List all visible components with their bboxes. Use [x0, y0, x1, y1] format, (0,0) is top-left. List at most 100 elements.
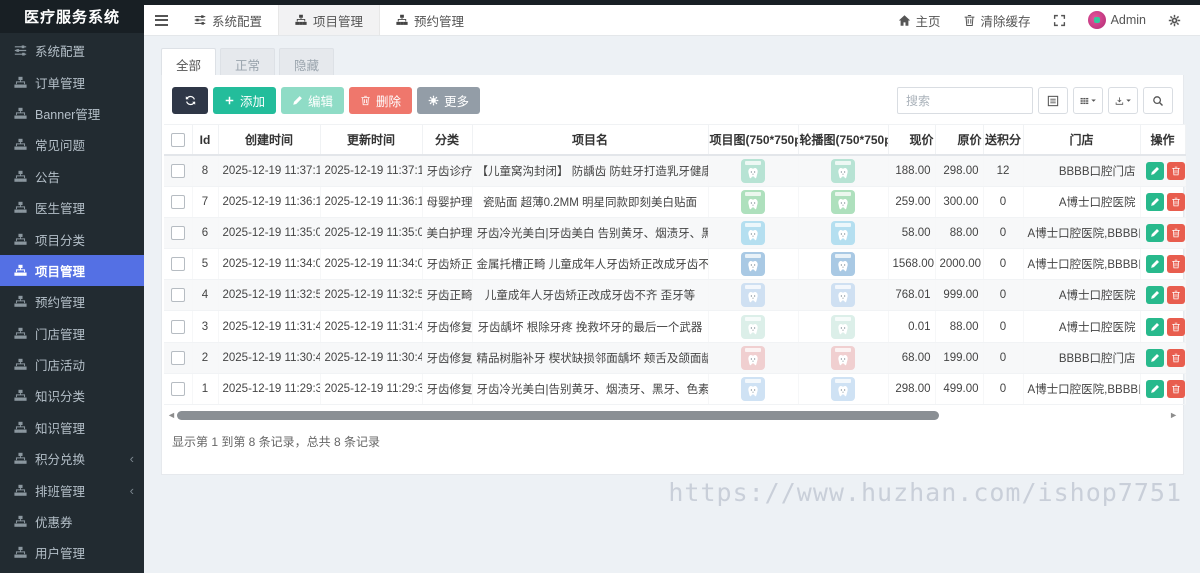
sidebar-item-8[interactable]: 预约管理	[0, 286, 144, 317]
topnav-tab-label: 系统配置	[212, 14, 263, 29]
project-image-thumb[interactable]	[741, 220, 765, 245]
row-checkbox[interactable]	[170, 319, 185, 334]
carousel-image-thumb[interactable]	[831, 189, 855, 214]
created-cell: 2025-12-19 11:34:05	[218, 248, 321, 281]
project-image-thumb[interactable]	[741, 345, 765, 370]
row-edit-button[interactable]	[1146, 286, 1164, 305]
scroll-left-arrow[interactable]: ◄	[167, 411, 176, 420]
row-delete-button[interactable]	[1167, 317, 1184, 336]
toggle-view-button[interactable]	[1038, 87, 1068, 114]
project-image-thumb[interactable]	[741, 158, 765, 183]
row-checkbox[interactable]	[170, 257, 185, 272]
search-input[interactable]	[897, 87, 1033, 114]
carousel-image-thumb[interactable]	[831, 314, 855, 339]
sidebar-item-12[interactable]: 知识管理	[0, 412, 144, 443]
select-all-checkbox[interactable]	[170, 132, 185, 147]
sidebar-item-15[interactable]: 优惠券	[0, 506, 144, 537]
sidebar-item-3[interactable]: 常见问题	[0, 129, 144, 160]
column-header-1[interactable]: 创建时间	[218, 124, 321, 156]
column-header-6[interactable]: 轮播图(750*750px)	[798, 124, 889, 156]
column-header-7[interactable]: 现价	[888, 124, 936, 156]
row-delete-button[interactable]	[1167, 192, 1184, 211]
scrollbar-thumb[interactable]	[177, 411, 939, 420]
column-header-4[interactable]: 项目名	[472, 124, 709, 156]
topnav-tab-1[interactable]: 项目管理	[278, 5, 381, 35]
user-menu[interactable]: Admin	[1079, 5, 1155, 35]
carousel-image-thumb[interactable]	[831, 376, 855, 401]
column-header-8[interactable]: 原价	[935, 124, 984, 156]
sidebar-item-4[interactable]: 公告	[0, 161, 144, 192]
sidebar-item-14[interactable]: 排班管理 ‹	[0, 474, 144, 505]
settings-menu[interactable]	[1159, 5, 1190, 35]
carousel-image-thumb[interactable]	[831, 283, 855, 308]
sidebar-item-1[interactable]: 订单管理	[0, 66, 144, 97]
topnav-tab-2[interactable]: 预约管理	[380, 5, 480, 35]
row-delete-button[interactable]	[1167, 255, 1184, 274]
sidebar-item-13[interactable]: 积分兑换 ‹	[0, 443, 144, 474]
sidebar-item-5[interactable]: 医生管理	[0, 192, 144, 223]
sidebar-item-11[interactable]: 知识分类	[0, 380, 144, 411]
sidebar-item-2[interactable]: Banner管理	[0, 98, 144, 129]
sidebar-item-label: 门店活动	[35, 359, 86, 374]
project-image-thumb[interactable]	[741, 376, 765, 401]
column-header-0[interactable]: Id	[192, 124, 219, 156]
row-edit-button[interactable]	[1146, 317, 1164, 336]
sidebar-item-6[interactable]: 项目分类	[0, 223, 144, 254]
row-edit-button[interactable]	[1146, 379, 1164, 398]
column-header-9[interactable]: 送积分	[983, 124, 1024, 156]
created-cell: 2025-12-19 11:37:19	[218, 155, 321, 187]
row-delete-button[interactable]	[1167, 223, 1184, 242]
created-cell: 2025-12-19 11:36:12	[218, 186, 321, 218]
row-edit-button[interactable]	[1146, 192, 1164, 211]
row-edit-button[interactable]	[1146, 161, 1164, 180]
project-image-thumb[interactable]	[741, 189, 765, 214]
export-button[interactable]	[1108, 87, 1138, 114]
row-checkbox[interactable]	[170, 194, 185, 209]
row-delete-button[interactable]	[1167, 286, 1184, 305]
sidebar-item-7[interactable]: 项目管理	[0, 254, 144, 287]
column-header-10[interactable]: 门店	[1023, 124, 1141, 156]
topnav-tab-0[interactable]: 系统配置	[178, 5, 278, 35]
column-header-3[interactable]: 分类	[422, 124, 473, 156]
fullscreen-button[interactable]	[1044, 5, 1075, 35]
row-delete-button[interactable]	[1167, 161, 1184, 180]
updated-cell: 2025-12-19 11:34:05	[320, 248, 423, 281]
row-checkbox[interactable]	[170, 225, 185, 240]
row-edit-button[interactable]	[1146, 255, 1164, 274]
sidebar-item-9[interactable]: 门店管理	[0, 318, 144, 349]
sitemap-icon	[295, 14, 307, 26]
column-header-11[interactable]: 操作	[1140, 124, 1186, 156]
carousel-image-thumb[interactable]	[831, 158, 855, 183]
sidebar-item-0[interactable]: 系统配置	[0, 35, 144, 66]
carousel-image-thumb[interactable]	[831, 220, 855, 245]
row-delete-button[interactable]	[1167, 348, 1184, 367]
row-edit-button[interactable]	[1146, 223, 1164, 242]
add-button[interactable]: 添加	[213, 87, 277, 114]
sidebar-item-10[interactable]: 门店活动	[0, 349, 144, 380]
row-checkbox[interactable]	[170, 288, 185, 303]
column-header-2[interactable]: 更新时间	[320, 124, 423, 156]
search-button[interactable]	[1143, 87, 1173, 114]
row-edit-button[interactable]	[1146, 348, 1164, 367]
columns-button[interactable]	[1073, 87, 1103, 114]
row-checkbox[interactable]	[170, 350, 185, 365]
project-image-thumb[interactable]	[741, 283, 765, 308]
row-checkbox[interactable]	[170, 381, 185, 396]
home-link[interactable]: 主页	[889, 5, 950, 35]
carousel-image-thumb[interactable]	[831, 252, 855, 277]
sidebar-toggle-icon[interactable]	[144, 5, 178, 35]
carousel-image-thumb[interactable]	[831, 345, 855, 370]
more-button[interactable]: 更多	[417, 87, 481, 114]
edit-button[interactable]: 编辑	[281, 87, 345, 114]
row-delete-button[interactable]	[1167, 379, 1184, 398]
sidebar-item-16[interactable]: 用户管理	[0, 537, 144, 568]
project-image-thumb[interactable]	[741, 252, 765, 277]
clear-cache-link[interactable]: 清除缓存	[954, 5, 1040, 35]
column-header-5[interactable]: 项目图(750*750px)	[708, 124, 799, 156]
scroll-right-arrow[interactable]: ►	[1169, 411, 1178, 420]
delete-button[interactable]: 删除	[349, 87, 413, 114]
project-name-cell: 牙齿冷光美白|告别黄牙、烟渍牙、黑牙、色素牙	[472, 373, 709, 406]
row-checkbox[interactable]	[170, 163, 185, 178]
refresh-button[interactable]	[172, 87, 208, 114]
project-image-thumb[interactable]	[741, 314, 765, 339]
